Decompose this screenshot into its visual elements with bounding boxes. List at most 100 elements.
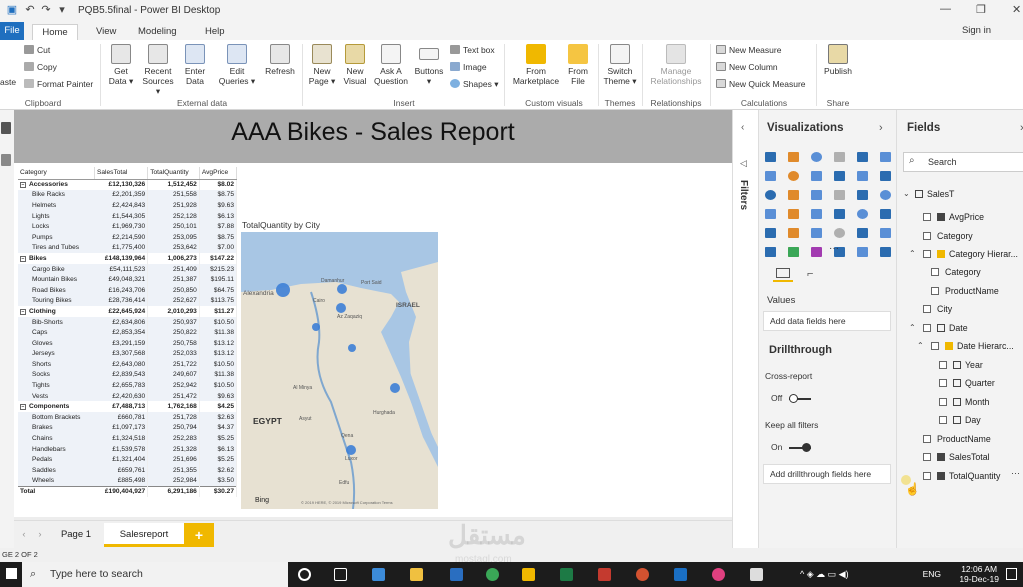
matrix-subcategory-row[interactable]: Caps £2,853,354 250,822 $11.38	[18, 327, 238, 338]
visual-type-icon[interactable]	[834, 209, 845, 219]
new-measure-button[interactable]: New Measure	[716, 44, 781, 56]
matrix-subcategory-row[interactable]: Bike Racks £2,201,359 251,558 $8.75	[18, 189, 238, 201]
map-attribution[interactable]: © 2019 HERE, © 2019 Microsoft Corporatio…	[301, 500, 393, 505]
visual-type-icon[interactable]	[857, 190, 868, 200]
photos-icon[interactable]	[750, 568, 763, 581]
more-options-icon[interactable]: ···	[1011, 468, 1020, 478]
matrix-visual[interactable]: Category SalesTotal TotalQuantity AvgPri…	[18, 167, 238, 497]
excel-icon[interactable]	[560, 568, 573, 581]
field-checkbox[interactable]	[939, 398, 947, 406]
visual-type-icon[interactable]	[788, 190, 799, 200]
drillthrough-well[interactable]: Add drillthrough fields here	[763, 464, 891, 484]
chevron-up-icon[interactable]: ⌃	[909, 247, 916, 261]
field-item[interactable]: Category	[931, 265, 981, 279]
image-button[interactable]: Image	[450, 61, 487, 73]
report-view-icon[interactable]	[1, 122, 11, 134]
field-item[interactable]: Category	[923, 229, 973, 243]
field-item[interactable]: Day	[939, 413, 981, 427]
matrix-subcategory-row[interactable]: Helmets £2,424,843 251,928 $9.63	[18, 200, 238, 211]
field-item[interactable]: Category Hierar...	[923, 247, 1018, 261]
filters-pane-collapsed[interactable]: ‹ ◁ Filters	[732, 110, 758, 548]
collapse-right-icon[interactable]: ›	[879, 122, 883, 134]
field-item[interactable]: Date	[923, 321, 968, 335]
edit-queries-button[interactable]: Edit Queries ▾	[218, 44, 256, 86]
visual-type-icon[interactable]	[811, 209, 822, 219]
visual-type-icon[interactable]	[880, 152, 891, 162]
field-checkbox[interactable]	[939, 379, 947, 387]
values-well[interactable]: Add data fields here	[763, 311, 891, 331]
matrix-subcategory-row[interactable]: Gloves £3,291,159 250,758 $13.12	[18, 337, 238, 349]
field-item[interactable]: Year	[939, 358, 983, 372]
matrix-subcategory-row[interactable]: Mountain Bikes £49,048,321 251,387 $195.11	[18, 274, 238, 285]
map-bubble[interactable]	[390, 383, 400, 393]
minimize-icon[interactable]: —	[940, 3, 951, 15]
matrix-subcategory-row[interactable]: Bib-Shorts £2,634,806 250,937 $10.50	[18, 316, 238, 328]
map-bubble[interactable]	[348, 344, 356, 352]
visual-type-icon[interactable]	[765, 209, 776, 219]
ask-question-button[interactable]: Ask A Question	[372, 44, 410, 86]
cut-button[interactable]: Cut	[24, 44, 50, 56]
matrix-category-row[interactable]: − Accessories £12,130,326 1,512,452 $8.02	[18, 179, 238, 190]
field-item[interactable]: Date Hierarc...	[931, 339, 1014, 353]
task-view-icon[interactable]	[334, 568, 347, 581]
tab-help[interactable]: Help	[205, 24, 225, 40]
outlook-icon[interactable]	[674, 568, 687, 581]
restore-icon[interactable]: ❐	[976, 3, 986, 16]
field-item[interactable]: City	[923, 302, 952, 316]
matrix-subcategory-row[interactable]: Road Bikes £16,243,706 250,850 $64.75	[18, 284, 238, 296]
new-quick-measure-button[interactable]: New Quick Measure	[716, 78, 806, 90]
more-visuals-icon[interactable]: ···	[829, 243, 839, 254]
visual-type-icon[interactable]	[765, 152, 776, 162]
redo-icon[interactable]: ↷	[40, 4, 52, 16]
collapse-row-icon[interactable]: −	[20, 182, 26, 189]
matrix-subcategory-row[interactable]: Tights £2,655,783 252,942 $10.50	[18, 380, 238, 391]
matrix-subcategory-row[interactable]: Pumps £2,214,590 253,095 $8.75	[18, 231, 238, 243]
tab-home[interactable]: Home	[32, 24, 78, 40]
matrix-subcategory-row[interactable]: Socks £2,839,543 249,607 $11.38	[18, 369, 238, 381]
field-checkbox[interactable]	[923, 472, 931, 480]
field-item[interactable]: Quarter	[939, 376, 995, 390]
matrix-subcategory-row[interactable]: Vests £2,420,630 251,472 $9.63	[18, 390, 238, 402]
matrix-subcategory-row[interactable]: Wheels £885,498 252,984 $3.50	[18, 475, 238, 487]
taskbar-clock[interactable]: 12:06 AM 19-Dec-19	[959, 564, 999, 584]
matrix-subcategory-row[interactable]: Bottom Brackets £660,781 251,728 $2.63	[18, 412, 238, 423]
chevron-up-icon[interactable]: ⌃	[909, 321, 916, 335]
file-explorer-icon[interactable]	[410, 568, 423, 581]
matrix-category-row[interactable]: − Bikes £148,139,964 1,006,273 $147.22	[18, 253, 238, 264]
new-visual-button[interactable]: New Visual	[340, 44, 370, 86]
visual-type-icon[interactable]	[857, 152, 868, 162]
from-marketplace-button[interactable]: From Marketplace	[508, 44, 564, 86]
visual-type-icon[interactable]	[811, 190, 822, 200]
visual-type-icon[interactable]	[765, 190, 776, 200]
matrix-subcategory-row[interactable]: Touring Bikes £28,736,414 252,627 $113.75	[18, 295, 238, 307]
field-checkbox[interactable]	[931, 342, 939, 350]
data-view-icon[interactable]	[1, 154, 11, 166]
switch-theme-button[interactable]: Switch Theme ▾	[602, 44, 638, 86]
matrix-subcategory-row[interactable]: Chains £1,324,518 252,283 $5.25	[18, 433, 238, 444]
powerpoint-icon[interactable]	[636, 568, 649, 581]
visual-type-icon[interactable]	[834, 190, 845, 200]
collapse-row-icon[interactable]: −	[20, 404, 26, 411]
visual-type-icon[interactable]	[880, 228, 891, 238]
format-paint-roller-icon[interactable]: ⌐	[807, 268, 821, 280]
map-bubble[interactable]	[312, 323, 320, 331]
visual-type-icon[interactable]	[765, 228, 776, 238]
language-indicator[interactable]: ENG	[923, 569, 941, 579]
visual-type-icon[interactable]	[880, 190, 891, 200]
field-checkbox[interactable]	[939, 416, 947, 424]
visual-type-icon[interactable]	[880, 209, 891, 219]
visual-type-icon[interactable]	[788, 247, 799, 257]
new-page-button[interactable]: New Page ▾	[306, 44, 338, 86]
matrix-subcategory-row[interactable]: Lights £1,544,305 252,128 $6.13	[18, 210, 238, 222]
shapes-button[interactable]: Shapes ▾	[450, 78, 498, 90]
visual-type-icon[interactable]	[811, 152, 822, 162]
field-item[interactable]: Month	[939, 395, 989, 409]
groove-music-icon[interactable]	[712, 568, 725, 581]
copy-button[interactable]: Copy	[24, 61, 57, 73]
fields-table-salest[interactable]: SalesT	[915, 187, 954, 201]
collapse-left-icon[interactable]: ‹	[741, 122, 744, 133]
visual-type-icon[interactable]	[811, 171, 822, 181]
chevron-up-icon[interactable]: ⌃	[917, 339, 924, 353]
format-painter-button[interactable]: Format Painter	[24, 78, 93, 90]
cortana-icon[interactable]	[298, 568, 311, 581]
